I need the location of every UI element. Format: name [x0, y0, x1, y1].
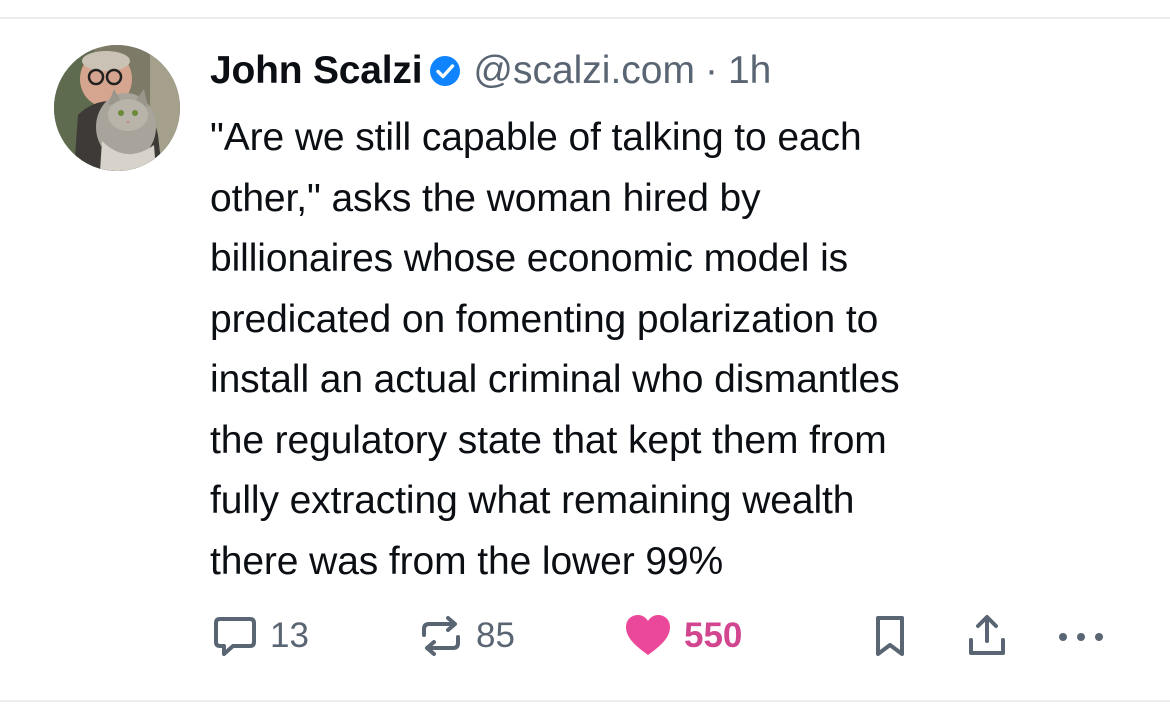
verified-badge-icon: [429, 55, 461, 87]
author-handle[interactable]: @scalzi.com: [473, 49, 695, 93]
repost-arrows-icon: [422, 616, 460, 656]
like-button[interactable]: 550: [624, 608, 742, 664]
more-dots-icon: [1059, 633, 1103, 641]
repost-button[interactable]: 85: [418, 608, 515, 664]
more-options-button[interactable]: [1056, 608, 1106, 664]
avatar[interactable]: [54, 45, 180, 171]
bookmark-icon: [876, 616, 904, 656]
post-timestamp[interactable]: 1h: [728, 49, 771, 93]
heart-icon: [626, 615, 670, 655]
bottom-divider: [0, 700, 1170, 702]
share-icon: [969, 615, 1005, 655]
post-text: "Are we still capable of talking to each…: [210, 116, 900, 583]
header-separator: ·: [704, 49, 718, 92]
post-actions: 13 85 550: [0, 608, 1170, 664]
bookmark-button[interactable]: [872, 608, 908, 664]
author-name[interactable]: John Scalzi: [210, 49, 423, 93]
reply-count: 13: [270, 616, 309, 655]
repost-count: 85: [476, 616, 515, 655]
share-button[interactable]: [966, 608, 1008, 664]
like-count: 550: [684, 616, 743, 655]
post-header: John Scalzi @scalzi.com · 1h: [210, 46, 771, 96]
top-divider: [0, 17, 1170, 19]
avatar-image: [54, 45, 180, 171]
reply-button[interactable]: 13: [212, 608, 309, 664]
speech-bubble-icon: [214, 617, 256, 656]
